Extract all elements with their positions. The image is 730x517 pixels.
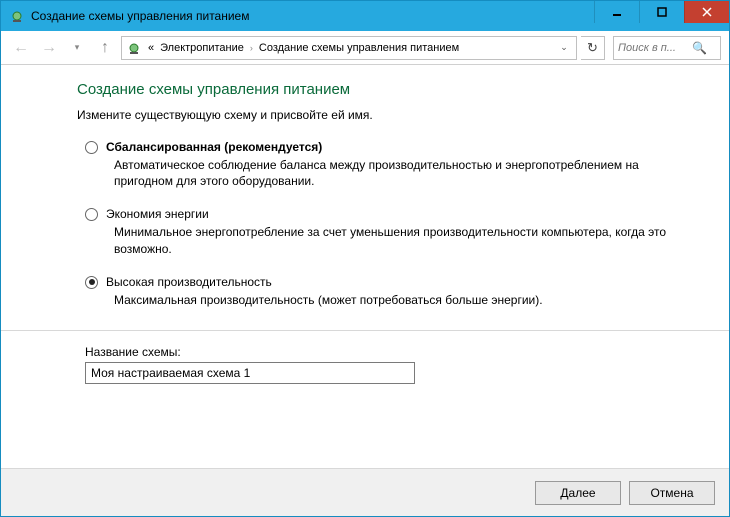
option-title[interactable]: Экономия энергии [106,207,209,221]
window: Создание схемы управления питанием ← → ▾… [0,0,730,517]
search-box[interactable]: 🔍 [613,36,721,60]
refresh-button[interactable]: ↻ [581,36,605,60]
radio-highperf[interactable] [85,276,98,289]
option-title[interactable]: Сбалансированная (рекомендуется) [106,140,322,154]
option-desc: Максимальная производительность (может п… [114,292,689,308]
footer: Далее Отмена [1,468,729,516]
plan-option-highperf: Высокая производительность Максимальная … [77,275,689,308]
window-title: Создание схемы управления питанием [31,9,594,23]
close-button[interactable] [684,1,729,23]
breadcrumb-item[interactable]: Электропитание [160,42,244,54]
plan-name-label: Название схемы: [85,345,689,359]
chevron-down-icon[interactable]: ⌄ [556,42,572,53]
plan-name-section: Название схемы: [77,345,689,384]
plan-name-input[interactable] [85,362,415,384]
option-title[interactable]: Высокая производительность [106,275,272,289]
search-input[interactable] [618,42,688,54]
radio-balanced[interactable] [85,141,98,154]
navbar: ← → ▾ ↑ « Электропитание › Создание схем… [1,31,729,65]
maximize-button[interactable] [639,1,684,23]
breadcrumb[interactable]: « Электропитание › Создание схемы управл… [121,36,577,60]
next-button[interactable]: Далее [535,481,621,505]
divider [1,330,729,331]
option-desc: Автоматическое соблюдение баланса между … [114,157,689,189]
breadcrumb-prefix: « [148,42,154,54]
forward-button[interactable]: → [37,36,61,60]
page-title: Создание схемы управления питанием [77,81,689,98]
plan-option-balanced: Сбалансированная (рекомендуется) Автомат… [77,140,689,189]
minimize-button[interactable] [594,1,639,23]
power-icon [126,40,142,56]
page-subtitle: Измените существующую схему и присвойте … [77,108,689,122]
search-icon: 🔍 [692,41,707,55]
back-button[interactable]: ← [9,36,33,60]
radio-powersaver[interactable] [85,208,98,221]
breadcrumb-item[interactable]: Создание схемы управления питанием [259,42,459,54]
plan-option-powersaver: Экономия энергии Минимальное энергопотре… [77,207,689,256]
cancel-button[interactable]: Отмена [629,481,715,505]
option-desc: Минимальное энергопотребление за счет ум… [114,224,689,256]
chevron-right-icon: › [250,43,253,53]
up-button[interactable]: ↑ [93,36,117,60]
recent-dropdown[interactable]: ▾ [65,36,89,60]
power-icon [9,8,25,24]
titlebar: Создание схемы управления питанием [1,1,729,31]
content-area: Создание схемы управления питанием Измен… [1,65,729,468]
window-controls [594,1,729,31]
